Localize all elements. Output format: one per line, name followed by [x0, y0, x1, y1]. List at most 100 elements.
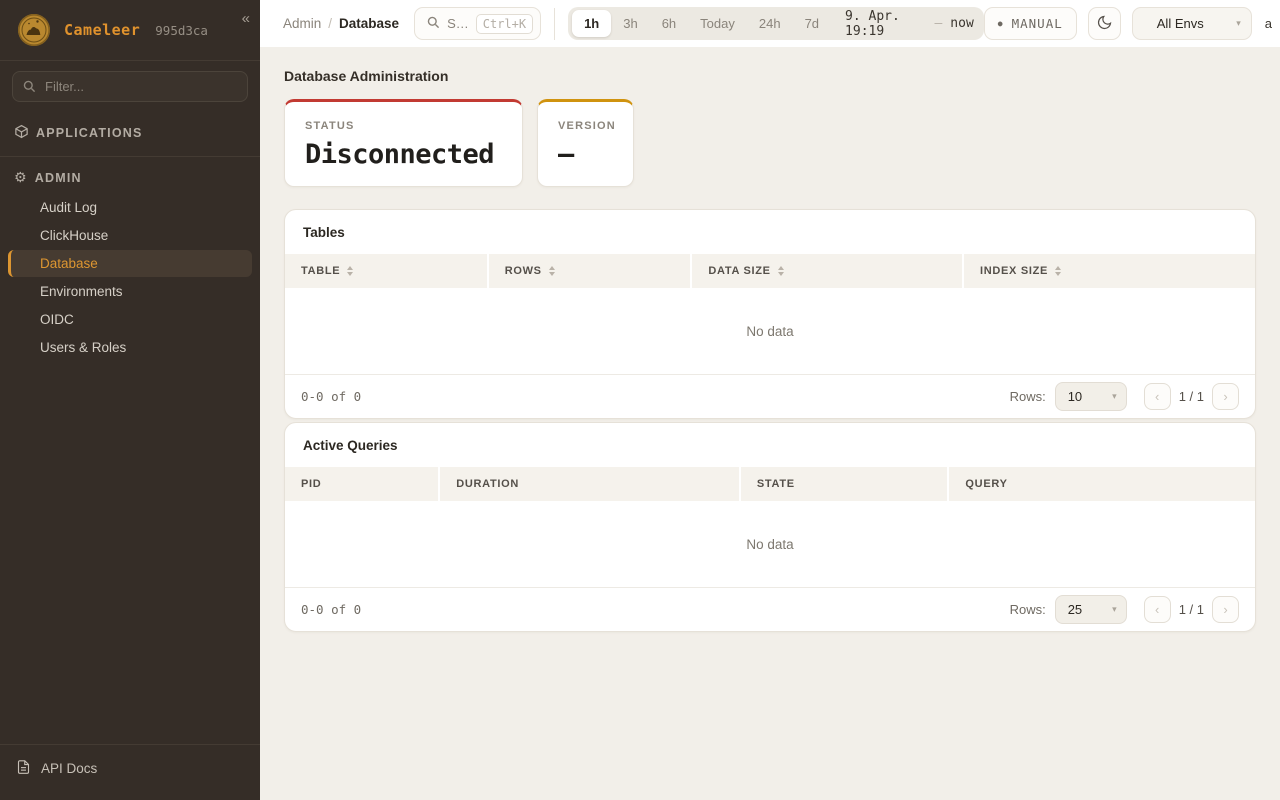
time-range-today[interactable]: Today	[688, 10, 747, 37]
column-header-pid[interactable]: PID	[285, 467, 440, 501]
chevron-down-icon: ▾	[1236, 18, 1241, 29]
time-range-7d[interactable]: 7d	[793, 10, 831, 37]
breadcrumb: Admin / Database	[283, 16, 399, 31]
sidebar-item-audit-log[interactable]: Audit Log	[8, 194, 252, 221]
user-menu-clipped[interactable]: a	[1265, 16, 1272, 31]
global-search-button[interactable]: S… Ctrl+K	[414, 7, 541, 40]
version-card-label: VERSION	[558, 120, 613, 132]
search-shortcut-badge: Ctrl+K	[476, 14, 533, 34]
sidebar-nav: Audit Log ClickHouse Database Environmen…	[0, 193, 260, 362]
active-queries-panel-title: Active Queries	[285, 423, 1255, 467]
column-header-index-size[interactable]: INDEX SIZE	[964, 254, 1255, 288]
rows-per-page-select[interactable]: 25 ▾	[1055, 595, 1127, 624]
chevron-down-icon: ▾	[1112, 604, 1117, 615]
sidebar-filter-input[interactable]	[12, 71, 248, 102]
document-icon	[16, 759, 31, 778]
refresh-mode-label: MANUAL	[1012, 16, 1063, 31]
tables-empty-state: No data	[285, 288, 1255, 374]
breadcrumb-separator: /	[328, 16, 332, 31]
app-logo[interactable]	[16, 12, 52, 48]
main-column: Admin / Database S… Ctrl+K 1h 3h 6h Toda…	[260, 0, 1280, 800]
api-docs-link[interactable]: API Docs	[16, 759, 244, 778]
queries-pagination: 0-0 of 0 Rows: 25 ▾ ‹ 1 / 1 ›	[285, 587, 1255, 631]
main-content: Database Administration STATUS Disconnec…	[260, 47, 1280, 800]
sidebar-section-applications[interactable]: APPLICATIONS	[0, 116, 260, 150]
rows-per-page-value: 10	[1068, 389, 1082, 404]
time-range-text: 9. Apr. 19:19 — now	[845, 9, 974, 39]
column-header-rows[interactable]: ROWS	[489, 254, 693, 288]
refresh-mode-button[interactable]: ● MANUAL	[984, 7, 1077, 40]
rows-per-page-label: Rows:	[1010, 602, 1046, 617]
page-indicator: 1 / 1	[1179, 389, 1204, 404]
breadcrumb-admin[interactable]: Admin	[283, 16, 321, 31]
queries-pagination-controls: Rows: 25 ▾ ‹ 1 / 1 ›	[1010, 595, 1239, 624]
theme-toggle-button[interactable]	[1088, 7, 1121, 40]
tables-pagination-controls: Rows: 10 ▾ ‹ 1 / 1 ›	[1010, 382, 1239, 411]
column-header-data-size[interactable]: DATA SIZE	[692, 254, 964, 288]
section-label: APPLICATIONS	[36, 126, 143, 140]
time-range-6h[interactable]: 6h	[650, 10, 688, 37]
page-indicator: 1 / 1	[1179, 602, 1204, 617]
gear-icon: ⚙	[14, 171, 28, 185]
search-icon	[22, 79, 36, 98]
sidebar-item-users-roles[interactable]: Users & Roles	[8, 334, 252, 361]
env-selector-value: All Envs	[1157, 16, 1204, 31]
column-header-state[interactable]: STATE	[741, 467, 950, 501]
tables-header-row: TABLE ROWS DATA SIZE INDEX SIZE	[285, 254, 1255, 288]
sidebar-section-admin[interactable]: ⚙ ADMIN	[0, 163, 260, 193]
topbar-right: ● MANUAL All Envs ▾ a	[984, 7, 1272, 40]
next-page-button[interactable]: ›	[1212, 596, 1239, 623]
sidebar-collapse-button[interactable]: «	[242, 10, 250, 27]
sidebar-header: Cameleer 995d3ca «	[0, 0, 260, 61]
next-page-button[interactable]: ›	[1212, 383, 1239, 410]
sidebar-item-clickhouse[interactable]: ClickHouse	[8, 222, 252, 249]
time-range-control: 1h 3h 6h Today 24h 7d 9. Apr. 19:19 — no…	[568, 7, 984, 40]
sidebar-item-environments[interactable]: Environments	[8, 278, 252, 305]
search-icon	[426, 15, 440, 32]
time-to[interactable]: now	[950, 16, 973, 31]
rows-per-page-select[interactable]: 10 ▾	[1055, 382, 1127, 411]
time-from[interactable]: 9. Apr. 19:19	[845, 9, 926, 39]
status-card-value: Disconnected	[305, 139, 502, 170]
sort-icon	[1055, 266, 1061, 276]
api-docs-label: API Docs	[41, 761, 97, 776]
brand: Cameleer 995d3ca	[64, 21, 208, 39]
sidebar-filter	[12, 71, 248, 102]
sort-icon	[549, 266, 555, 276]
rows-per-page-value: 25	[1068, 602, 1082, 617]
column-header-duration[interactable]: DURATION	[440, 467, 741, 501]
sort-icon	[347, 266, 353, 276]
package-icon	[14, 124, 29, 142]
tables-panel: Tables TABLE ROWS DATA SIZE	[284, 209, 1256, 419]
cameleer-coin-icon	[16, 12, 52, 48]
queries-empty-state: No data	[285, 501, 1255, 587]
sidebar-footer: API Docs	[0, 744, 260, 800]
sidebar-item-database[interactable]: Database	[8, 250, 252, 277]
chevron-down-icon: ▾	[1112, 391, 1117, 402]
status-card: STATUS Disconnected	[284, 99, 523, 187]
time-range-1h[interactable]: 1h	[572, 10, 611, 37]
tables-pagination: 0-0 of 0 Rows: 10 ▾ ‹ 1 / 1 ›	[285, 374, 1255, 418]
sort-icon	[778, 266, 784, 276]
time-range-24h[interactable]: 24h	[747, 10, 793, 37]
app-root: Cameleer 995d3ca « APPLICATIONS ⚙ ADMIN …	[0, 0, 1280, 800]
stat-cards-row: STATUS Disconnected VERSION —	[284, 99, 1256, 187]
tables-range-text: 0-0 of 0	[301, 389, 361, 404]
rows-per-page-label: Rows:	[1010, 389, 1046, 404]
prev-page-button[interactable]: ‹	[1144, 596, 1171, 623]
column-header-table[interactable]: TABLE	[285, 254, 489, 288]
column-header-query[interactable]: QUERY	[949, 467, 1255, 501]
time-dash: —	[934, 16, 942, 31]
sidebar-item-oidc[interactable]: OIDC	[8, 306, 252, 333]
env-selector[interactable]: All Envs ▾	[1132, 7, 1252, 40]
section-label: ADMIN	[35, 171, 82, 185]
tables-panel-title: Tables	[285, 210, 1255, 254]
time-range-3h[interactable]: 3h	[611, 10, 649, 37]
topbar: Admin / Database S… Ctrl+K 1h 3h 6h Toda…	[260, 0, 1280, 47]
queries-range-text: 0-0 of 0	[301, 602, 361, 617]
brand-build-hash: 995d3ca	[155, 23, 208, 38]
page-title: Database Administration	[284, 68, 1256, 84]
status-dot-icon: ●	[998, 19, 1004, 28]
breadcrumb-current: Database	[339, 16, 399, 31]
prev-page-button[interactable]: ‹	[1144, 383, 1171, 410]
